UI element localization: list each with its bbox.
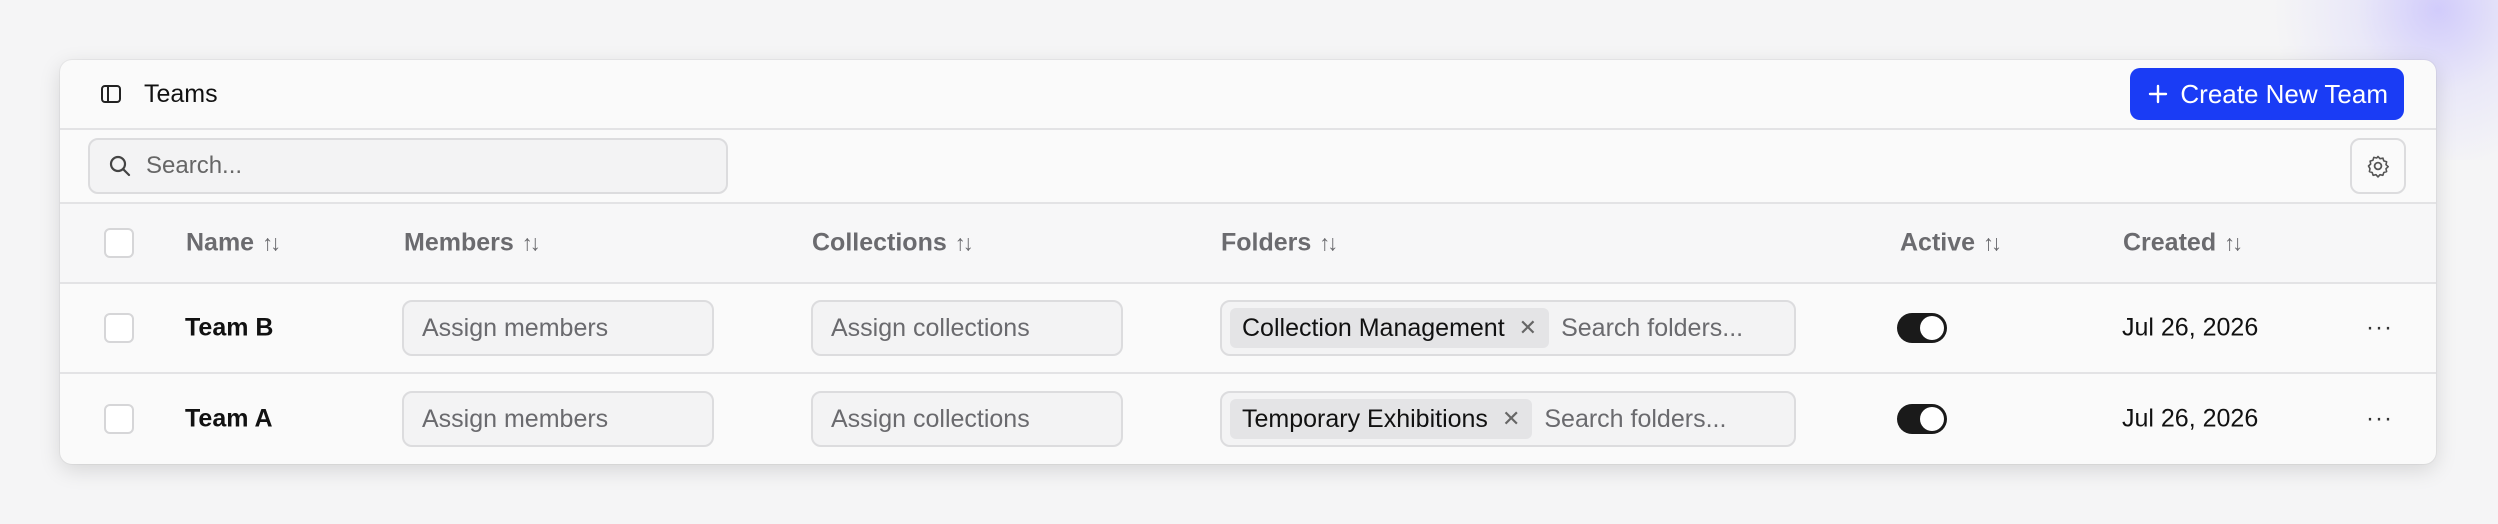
sidebar-toggle-icon[interactable] bbox=[100, 83, 122, 105]
collections-placeholder: Assign collections bbox=[831, 313, 1030, 342]
close-icon[interactable]: ✕ bbox=[1502, 406, 1520, 432]
table-settings-button[interactable] bbox=[2350, 138, 2406, 194]
create-new-team-label: Create New Team bbox=[2180, 78, 2388, 109]
gear-icon bbox=[2366, 154, 2390, 178]
created-date: Jul 26, 2026 bbox=[2122, 404, 2259, 433]
search-icon bbox=[108, 154, 132, 178]
sort-icon: ↑↓ bbox=[954, 230, 974, 255]
assign-collections-field[interactable]: Assign collections bbox=[811, 391, 1123, 447]
column-header-label: Created bbox=[2123, 228, 2217, 257]
column-header-label: Members bbox=[404, 228, 514, 257]
page-title: Teams bbox=[144, 79, 218, 108]
active-toggle[interactable] bbox=[1897, 313, 1947, 343]
more-horizontal-icon[interactable]: ··· bbox=[2366, 314, 2393, 342]
team-name: Team A bbox=[185, 404, 273, 433]
search-input[interactable] bbox=[144, 151, 708, 181]
column-header-collections[interactable]: Collections ↑↓ bbox=[812, 228, 974, 258]
column-header-name[interactable]: Name ↑↓ bbox=[186, 228, 281, 258]
column-header-folders[interactable]: Folders ↑↓ bbox=[1221, 228, 1338, 258]
assign-collections-field[interactable]: Assign collections bbox=[811, 300, 1123, 356]
folder-tag-label: Collection Management bbox=[1242, 313, 1505, 342]
column-header-label: Folders bbox=[1221, 228, 1312, 257]
table-header-row: Name ↑↓ Members ↑↓ Collections ↑↓ Folder… bbox=[60, 204, 2436, 284]
table-row[interactable]: Team A Assign members Assign collections… bbox=[60, 374, 2436, 464]
collections-placeholder: Assign collections bbox=[831, 404, 1030, 433]
search-box[interactable] bbox=[88, 138, 728, 194]
members-placeholder: Assign members bbox=[422, 404, 609, 433]
sort-icon: ↑↓ bbox=[521, 230, 541, 255]
folder-tag: Collection Management ✕ bbox=[1230, 308, 1550, 348]
folder-search-placeholder: Search folders... bbox=[1544, 404, 1727, 433]
select-all-checkbox[interactable] bbox=[104, 228, 134, 258]
created-date: Jul 26, 2026 bbox=[2122, 313, 2259, 342]
active-toggle[interactable] bbox=[1897, 404, 1947, 434]
folders-field[interactable]: Temporary Exhibitions ✕ Search folders..… bbox=[1220, 391, 1796, 447]
column-header-label: Active bbox=[1900, 228, 1976, 257]
sort-icon: ↑↓ bbox=[1983, 230, 2002, 255]
row-select-checkbox[interactable] bbox=[104, 404, 134, 434]
column-header-label: Name bbox=[186, 228, 255, 257]
folder-tag: Temporary Exhibitions ✕ bbox=[1230, 399, 1533, 439]
sort-icon: ↑↓ bbox=[2224, 230, 2243, 255]
close-icon[interactable]: ✕ bbox=[1519, 315, 1537, 341]
folder-tag-label: Temporary Exhibitions bbox=[1242, 404, 1488, 433]
assign-members-field[interactable]: Assign members bbox=[402, 300, 714, 356]
folder-search-placeholder: Search folders... bbox=[1561, 313, 1744, 342]
members-placeholder: Assign members bbox=[422, 313, 609, 342]
table-toolbar bbox=[60, 130, 2436, 204]
row-select-checkbox[interactable] bbox=[104, 313, 134, 343]
plus-icon bbox=[2148, 84, 2168, 104]
sort-icon: ↑↓ bbox=[262, 230, 281, 255]
team-name: Team B bbox=[185, 313, 274, 342]
column-header-members[interactable]: Members ↑↓ bbox=[404, 228, 541, 258]
folders-field[interactable]: Collection Management ✕ Search folders..… bbox=[1220, 300, 1796, 356]
column-header-created[interactable]: Created ↑↓ bbox=[2123, 228, 2243, 258]
panel-header: Teams Create New Team bbox=[60, 60, 2436, 130]
header-left: Teams bbox=[100, 80, 218, 109]
column-header-active[interactable]: Active ↑↓ bbox=[1900, 228, 2002, 258]
table-row[interactable]: Team B Assign members Assign collections… bbox=[60, 284, 2436, 374]
create-new-team-button[interactable]: Create New Team bbox=[2130, 68, 2404, 120]
teams-panel: Teams Create New Team Name ↑↓ M bbox=[60, 60, 2436, 464]
assign-members-field[interactable]: Assign members bbox=[402, 391, 714, 447]
column-header-label: Collections bbox=[812, 228, 947, 257]
sort-icon: ↑↓ bbox=[1319, 230, 1338, 255]
more-horizontal-icon[interactable]: ··· bbox=[2366, 405, 2393, 433]
